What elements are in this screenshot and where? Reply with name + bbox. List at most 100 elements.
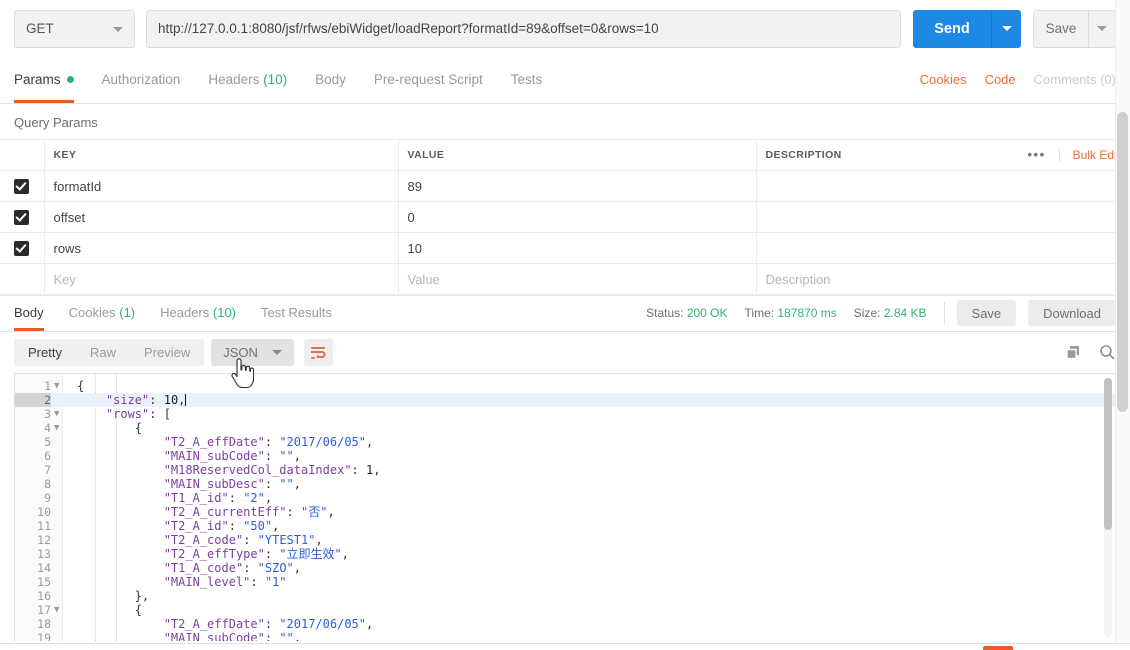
response-tab-headers[interactable]: Headers (10) (160, 295, 236, 331)
cookies-link[interactable]: Cookies (920, 57, 967, 103)
code-line-text: { (134, 603, 143, 617)
word-wrap-button[interactable] (303, 339, 333, 366)
code-line: 6 "MAIN_subCode": "", (15, 449, 1115, 463)
line-number: 12 (37, 533, 51, 547)
tab-pre-request-script[interactable]: Pre-request Script (374, 57, 483, 103)
chevron-down-icon (113, 26, 123, 32)
code-line-text: "MAIN_subCode": "", (163, 449, 301, 463)
request-url-input[interactable]: http://127.0.0.1:8080/jsf/rfws/ebiWidget… (146, 9, 901, 48)
tab-params[interactable]: Params (14, 57, 74, 103)
search-button[interactable] (1099, 344, 1116, 361)
code-line-text: "T2_A_code": "YTEST1", (163, 533, 323, 547)
row-checkbox-cell[interactable] (0, 232, 45, 264)
response-tab-body[interactable]: Body (14, 295, 44, 331)
tab-authorization[interactable]: Authorization (102, 57, 181, 103)
download-response-button[interactable]: Download (1028, 300, 1116, 326)
response-language-select[interactable]: JSON (211, 339, 294, 366)
response-tools (1048, 344, 1116, 361)
table-header-row: KEY VALUE DESCRIPTION ••• Bulk Edit (0, 139, 1130, 171)
param-key-cell[interactable]: rows (43, 232, 399, 264)
param-description-cell[interactable] (755, 201, 1130, 233)
fold-toggle-icon[interactable]: ▼ (54, 421, 62, 435)
bulk-edit-button[interactable]: Bulk Edit (1060, 148, 1120, 162)
view-pretty-button[interactable]: Pretty (14, 339, 76, 366)
new-param-key-input[interactable]: Key (43, 263, 399, 295)
code-line: 19 "MAIN_subCode": "", (15, 631, 1115, 641)
fold-toggle-icon[interactable]: ▼ (54, 379, 62, 393)
response-tab-cookies[interactable]: Cookies (1) (69, 295, 135, 331)
tab-tests[interactable]: Tests (511, 57, 543, 103)
response-language-label: JSON (223, 345, 258, 360)
table-row: rows 10 (0, 232, 1130, 264)
code-line-text: "T2_A_id": "50", (163, 519, 280, 533)
param-value-cell[interactable]: 89 (397, 170, 757, 202)
size-badge: Size: 2.84 KB (854, 306, 927, 320)
http-method-select[interactable]: GET (14, 9, 135, 48)
code-line: 3 ▼ "rows": [ (15, 407, 1115, 421)
send-button[interactable]: Send (913, 9, 991, 48)
param-key-cell[interactable]: formatId (43, 170, 399, 202)
code-scrollbar-thumb[interactable] (1104, 378, 1112, 530)
row-checkbox-cell-empty[interactable] (0, 263, 45, 295)
save-options-button[interactable] (1088, 9, 1116, 48)
param-value-cell[interactable]: 0 (397, 201, 757, 233)
code-line-text: "rows": [ (105, 407, 171, 421)
response-tab-headers-count: (10) (212, 305, 237, 320)
row-checkbox-cell[interactable] (0, 170, 45, 202)
new-param-description-input[interactable]: Description (755, 263, 1130, 295)
tab-headers[interactable]: Headers (10) (208, 57, 287, 103)
param-description-cell[interactable] (755, 232, 1130, 264)
code-line-text: "MAIN_level": "1" (163, 575, 287, 589)
query-params-table: KEY VALUE DESCRIPTION ••• Bulk Edit form… (0, 139, 1130, 295)
param-value-cell[interactable]: 10 (397, 232, 757, 264)
line-number: 2 (15, 393, 51, 407)
code-line-text: }, (134, 589, 150, 603)
copy-button[interactable] (1065, 344, 1082, 361)
send-options-button[interactable] (991, 9, 1021, 48)
status-label: Status: (646, 306, 684, 320)
line-number: 16 (37, 589, 51, 603)
comments-link[interactable]: Comments (0) (1034, 57, 1116, 103)
param-enabled-checkbox[interactable] (14, 179, 30, 195)
more-options-icon[interactable]: ••• (1014, 148, 1060, 162)
line-number: 11 (37, 519, 51, 533)
tab-body[interactable]: Body (315, 57, 346, 103)
code-line-text: "T1_A_code": "SZO", (163, 561, 301, 575)
new-param-value-input[interactable]: Value (397, 263, 757, 295)
code-link[interactable]: Code (985, 57, 1016, 103)
code-line: 8 "MAIN_subDesc": "", (15, 477, 1115, 491)
line-number: 13 (37, 547, 51, 561)
tab-headers-count: (10) (263, 72, 288, 87)
line-number: 19 (37, 631, 51, 641)
view-preview-button[interactable]: Preview (130, 339, 204, 366)
page-scrollbar-thumb[interactable] (1117, 112, 1128, 412)
chevron-down-icon (1097, 26, 1107, 31)
size-value: 2.84 KB (883, 306, 927, 320)
status-value: 200 OK (686, 306, 728, 320)
param-enabled-checkbox[interactable] (14, 241, 30, 257)
line-number: 8 (44, 477, 51, 491)
line-number: 18 (37, 617, 51, 631)
response-body-viewer[interactable]: 1 ▼{2 "size": 10, 3 ▼ "rows": [4 ▼ {5 "T2_A_… (14, 373, 1116, 641)
code-line-text: "MAIN_subCode": "", (163, 631, 301, 641)
column-header-description: DESCRIPTION ••• Bulk Edit (755, 139, 1130, 171)
code-line: 14 "T1_A_code": "SZO", (15, 561, 1115, 575)
column-header-key: KEY (43, 139, 399, 171)
query-params-title: Query Params (14, 115, 98, 130)
chevron-down-icon (1001, 26, 1012, 31)
fold-toggle-icon[interactable]: ▼ (54, 603, 62, 617)
row-checkbox-cell[interactable] (0, 201, 45, 233)
param-enabled-checkbox[interactable] (14, 210, 30, 226)
response-tab-test-results[interactable]: Test Results (261, 295, 332, 331)
request-tab-links: Cookies Code Comments (0) (902, 57, 1116, 103)
save-response-button[interactable]: Save (956, 300, 1017, 326)
param-description-cell[interactable] (755, 170, 1130, 202)
size-label: Size: (853, 306, 881, 320)
save-button-group: Save (1033, 9, 1116, 48)
save-request-button[interactable]: Save (1033, 9, 1088, 48)
line-number: 17 (37, 603, 51, 617)
param-key-cell[interactable]: offset (43, 201, 399, 233)
fold-toggle-icon[interactable]: ▼ (54, 407, 62, 421)
view-raw-button[interactable]: Raw (76, 339, 130, 366)
line-number: 1 (44, 379, 51, 393)
